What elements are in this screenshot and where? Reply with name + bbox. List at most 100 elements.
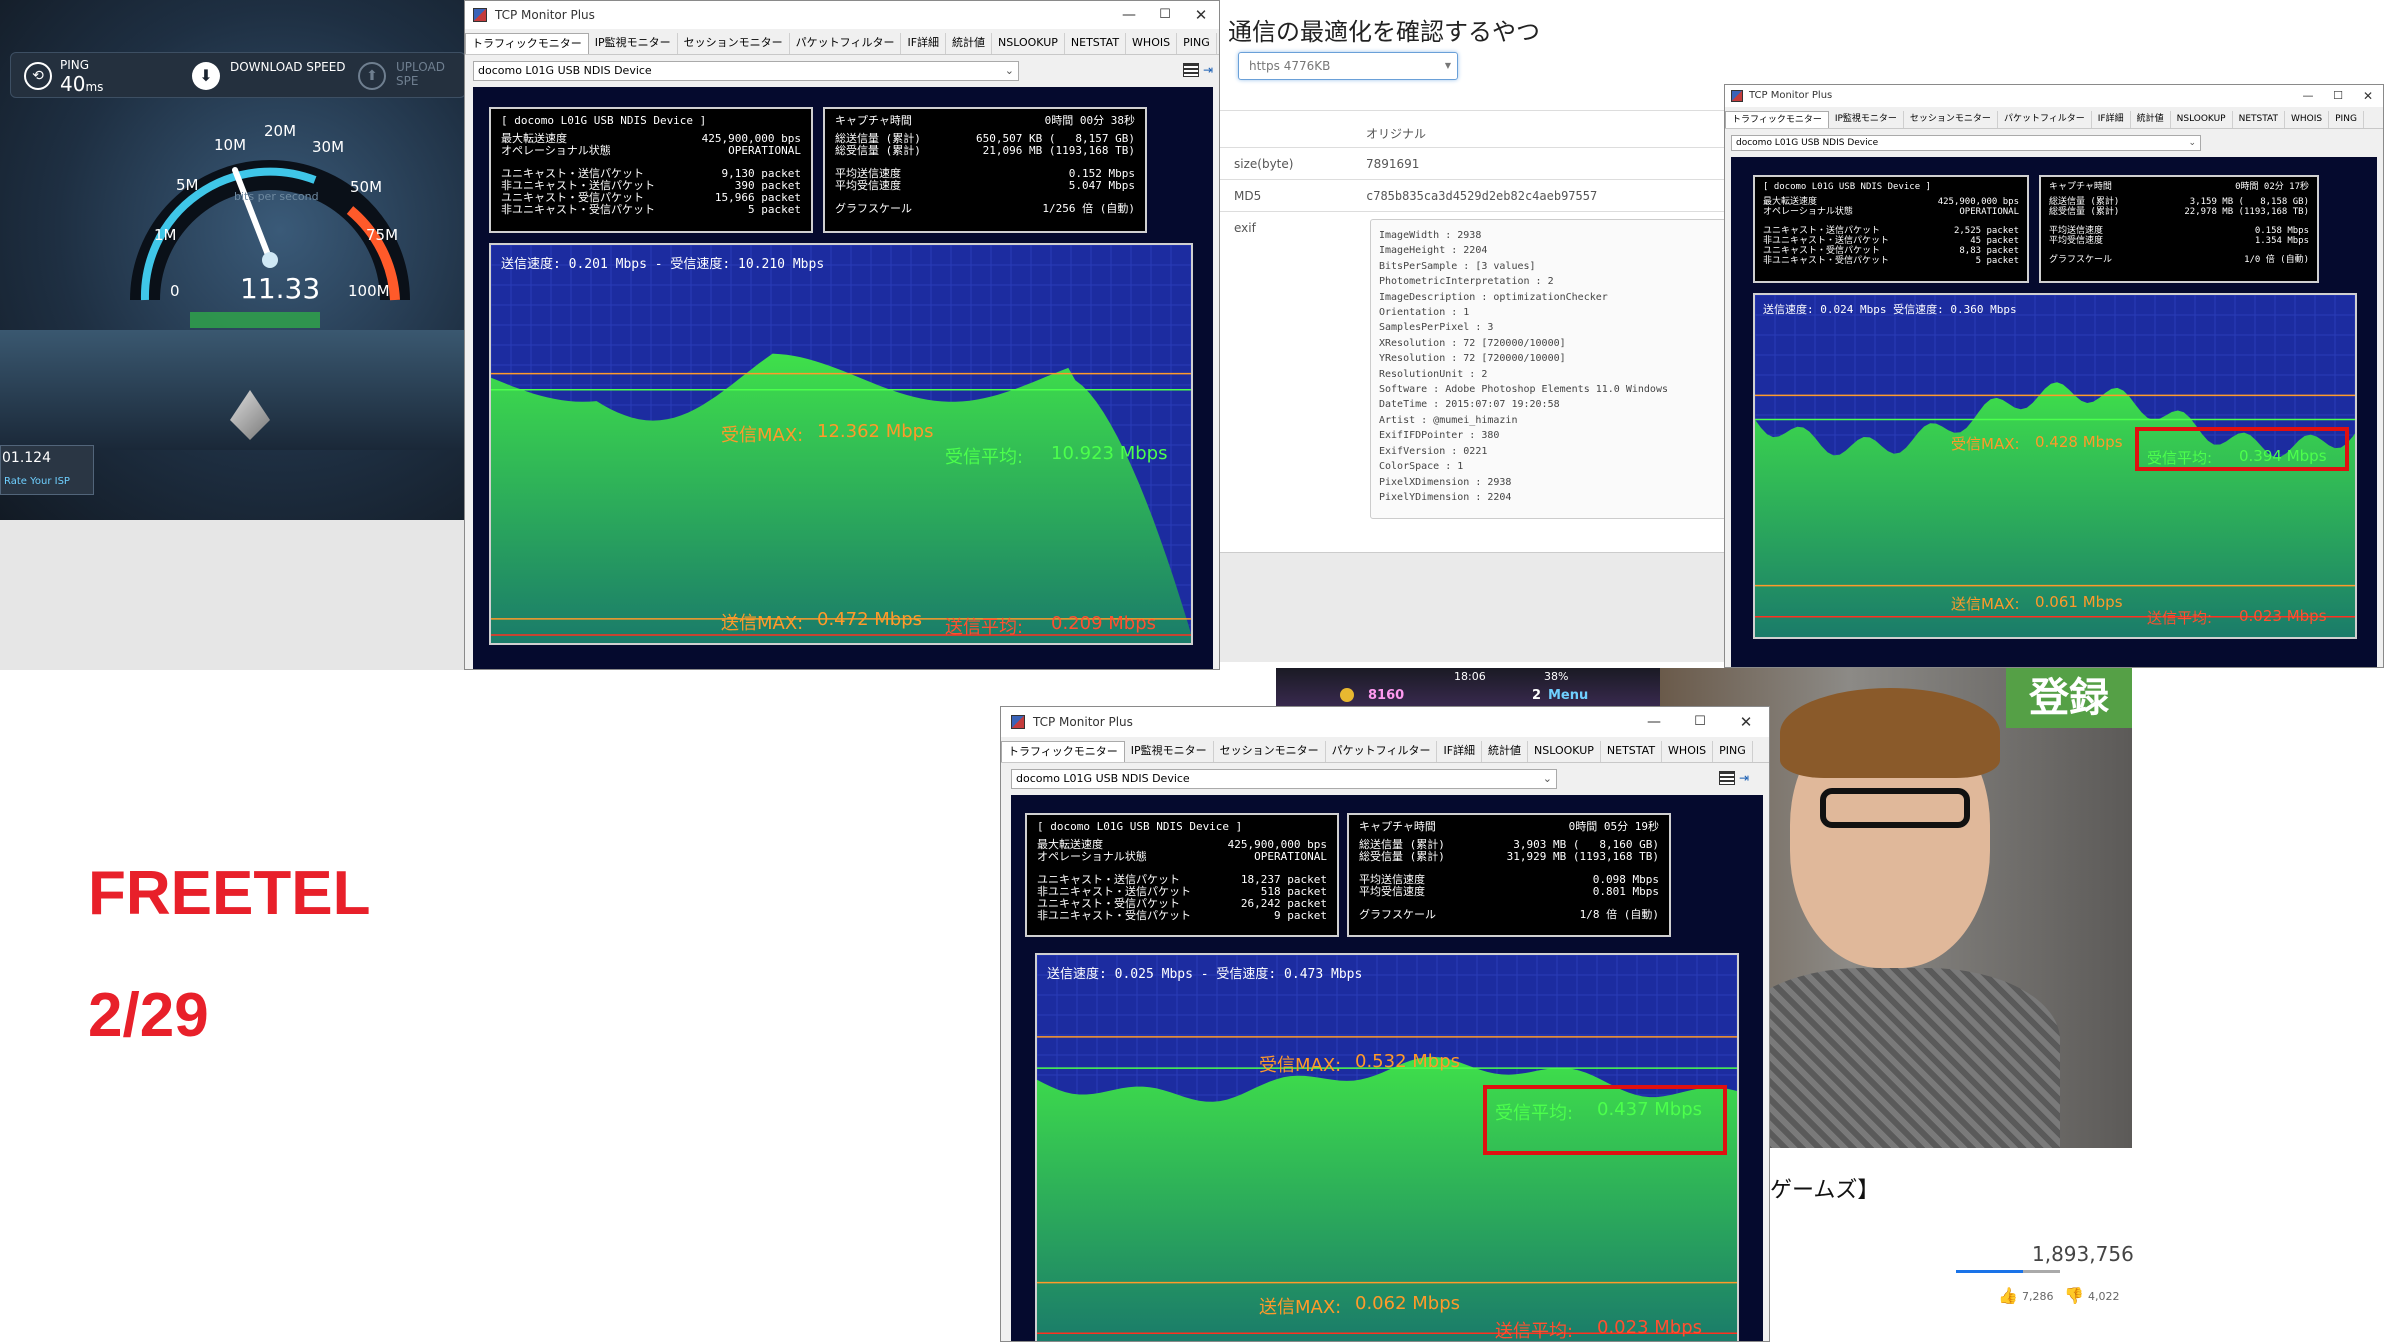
- tab-nslookup[interactable]: NSLOOKUP: [2171, 111, 2233, 128]
- close-button[interactable]: ✕: [2353, 85, 2383, 107]
- device-select[interactable]: docomo L01G USB NDIS Device ⌄: [1011, 769, 1557, 789]
- tab-traffic-monitor[interactable]: トラフィックモニター: [465, 33, 589, 54]
- device-select[interactable]: docomo L01G USB NDIS Device ⌄: [473, 61, 1019, 81]
- thumbs-up-icon[interactable]: 👍: [1998, 1286, 2018, 1305]
- exif-line: ExifIFDPointer : 380: [1379, 430, 1500, 442]
- exif-line: BitsPerSample : [3 values]: [1379, 260, 1536, 272]
- recv-avg-value: 10.923 Mbps: [1051, 443, 1168, 464]
- tab-packet-filter[interactable]: パケットフィルター: [1326, 741, 1438, 762]
- tab-netstat[interactable]: NETSTAT: [1065, 33, 1127, 54]
- tab-whois[interactable]: WHOIS: [1126, 33, 1178, 54]
- format-dropdown-value: https 4776KB: [1249, 59, 1331, 73]
- window-2-titlebar: TCP Monitor Plus — ☐ ✕: [1725, 85, 2383, 107]
- status-battery: 38%: [1544, 670, 1569, 683]
- coin-count: 8160: [1368, 688, 1405, 703]
- device-info-header: [ docomo L01G USB NDIS Device ]: [1763, 182, 1931, 192]
- speed-result: 11.33: [240, 272, 321, 305]
- tab-session-monitor[interactable]: セッションモニター: [1904, 111, 1998, 128]
- row-md5-value: c785b835ca3d4529d2eb82c4aeb97557: [1366, 189, 1598, 203]
- gauge-tick-0: 0: [170, 282, 180, 300]
- tab-ping[interactable]: PING: [1177, 33, 1217, 54]
- tab-packet-filter[interactable]: パケットフィルター: [1998, 111, 2092, 128]
- info-row: 総送信量 (累計) 3,159 MB ( 8,158 GB): [2049, 197, 2309, 207]
- pin-icon[interactable]: ⇥: [1203, 63, 1217, 77]
- info-row: グラフスケール 1/8 倍 (自動): [1359, 909, 1659, 921]
- device-select-value: docomo L01G USB NDIS Device: [478, 64, 652, 77]
- download-label: DOWNLOAD SPEED: [230, 60, 346, 74]
- send-avg-value: 0.023 Mbps: [1597, 1317, 1703, 1338]
- maximize-button[interactable]: ☐: [1147, 1, 1183, 29]
- tab-statistics[interactable]: 統計値: [2131, 111, 2171, 128]
- capture-info-box: キャプチャ時間 0時間 02分 17秒 総送信量 (累計) 3,159 MB ( …: [2039, 175, 2319, 283]
- tab-ping[interactable]: PING: [1713, 741, 1753, 762]
- list-view-icon[interactable]: [1719, 771, 1735, 785]
- minimize-button[interactable]: —: [1111, 1, 1147, 29]
- tab-traffic-monitor[interactable]: トラフィックモニター: [1725, 111, 1829, 128]
- send-max-value: 0.061 Mbps: [2035, 593, 2123, 611]
- tab-if-detail[interactable]: IF詳細: [2092, 111, 2131, 128]
- tab-session-monitor[interactable]: セッションモニター: [1214, 741, 1326, 762]
- tab-statistics[interactable]: 統計値: [1482, 741, 1529, 762]
- maximize-button[interactable]: ☐: [1677, 707, 1723, 737]
- level-count: 2: [1532, 688, 1542, 703]
- tab-ping[interactable]: PING: [2329, 111, 2364, 128]
- recv-traffic-area: [491, 353, 1191, 643]
- tab-packet-filter[interactable]: パケットフィルター: [790, 33, 902, 54]
- tab-if-detail[interactable]: IF詳細: [901, 33, 947, 54]
- exif-line: Artist : @mumei_himazin: [1379, 414, 1518, 426]
- status-time: 18:06: [1454, 670, 1486, 683]
- info-row-key: グラフスケール: [2049, 255, 2113, 265]
- minimize-button[interactable]: —: [2293, 85, 2323, 107]
- person-hair: [1780, 688, 2000, 778]
- gauge-tick-30m: 30M: [312, 138, 345, 156]
- tab-statistics[interactable]: 統計値: [946, 33, 993, 54]
- list-view-icon[interactable]: [1183, 63, 1199, 77]
- result-graph-strip: [190, 312, 320, 328]
- send-max-label: 送信MAX:: [1259, 1297, 1342, 1318]
- info-row: 非ユニキャスト・受信パケット 5 packet: [501, 204, 801, 216]
- upload-icon: ⬆: [358, 62, 386, 90]
- info-row: [1763, 217, 2019, 226]
- info-row-key: グラフスケール: [1359, 908, 1436, 921]
- capture-info-box: キャプチャ時間 0時間 00分 38秒 総送信量 (累計) 650,507 KB …: [823, 107, 1147, 233]
- rate-isp-link[interactable]: Rate Your ISP: [4, 476, 70, 487]
- tab-traffic-monitor[interactable]: トラフィックモニター: [1001, 741, 1125, 762]
- exif-line: ImageWidth : 2938: [1379, 230, 1482, 241]
- tab-nslookup[interactable]: NSLOOKUP: [992, 33, 1065, 54]
- format-dropdown[interactable]: https 4776KB ▼: [1238, 52, 1458, 80]
- window-3-titlebar: TCP Monitor Plus — ☐ ✕: [1001, 707, 1769, 737]
- tab-ip-monitor[interactable]: IP監視モニター: [1125, 741, 1214, 762]
- close-button[interactable]: ✕: [1183, 1, 1219, 29]
- capture-time-value: 0時間 05分 19秒: [1568, 820, 1659, 833]
- tab-whois[interactable]: WHOIS: [1662, 741, 1714, 762]
- thumbs-down-icon[interactable]: 👎: [2064, 1286, 2084, 1305]
- tab-if-detail[interactable]: IF詳細: [1437, 741, 1483, 762]
- tab-whois[interactable]: WHOIS: [2285, 111, 2330, 128]
- info-row-key: 総送信量 (累計): [2049, 197, 2120, 207]
- window-2-tabs: トラフィックモニター IP監視モニター セッションモニター パケットフィルター …: [1725, 111, 2383, 129]
- pin-icon[interactable]: ⇥: [1739, 771, 1753, 785]
- current-speed-readout: 送信速度: 0.025 Mbps - 受信速度: 0.473 Mbps: [1047, 967, 1363, 982]
- game-menu-button[interactable]: Menu: [1548, 688, 1588, 703]
- close-button[interactable]: ✕: [1723, 707, 1769, 737]
- info-row: 平均送信速度 0.158 Mbps: [2049, 226, 2309, 236]
- tab-ip-monitor[interactable]: IP監視モニター: [589, 33, 678, 54]
- exif-line: Software : Adobe Photoshop Elements 11.0…: [1379, 384, 1668, 396]
- tab-netstat[interactable]: NETSTAT: [2233, 111, 2285, 128]
- exif-box: ImageWidth : 2938 ImageHeight : 2204 BitsP…: [1370, 219, 1730, 519]
- tab-nslookup[interactable]: NSLOOKUP: [1528, 741, 1601, 762]
- tab-session-monitor[interactable]: セッションモニター: [678, 33, 790, 54]
- tab-netstat[interactable]: NETSTAT: [1601, 741, 1663, 762]
- monitor-canvas-3: [ docomo L01G USB NDIS Device ] 最大転送速度 42…: [1011, 795, 1763, 1341]
- tab-ip-monitor[interactable]: IP監視モニター: [1829, 111, 1904, 128]
- info-row-key: 非ユニキャスト・送信パケット: [1763, 236, 1890, 246]
- upload-label: UPLOAD SPE: [396, 60, 445, 88]
- subscribe-badge[interactable]: 登録: [2006, 668, 2132, 728]
- gauge-tick-1m: 1M: [154, 226, 177, 244]
- maximize-button[interactable]: ☐: [2323, 85, 2353, 107]
- minimize-button[interactable]: —: [1631, 707, 1677, 737]
- speedtest-panel: ⟲ PING 40ms ⬇ DOWNLOAD SPEED ⬆ UPLOAD SP…: [0, 0, 466, 670]
- device-select[interactable]: docomo L01G USB NDIS Device ⌄: [1731, 135, 2201, 151]
- video-title[interactable]: ゲームズ】: [1770, 1172, 1879, 1204]
- info-row-key: 平均受信速度: [1359, 885, 1425, 898]
